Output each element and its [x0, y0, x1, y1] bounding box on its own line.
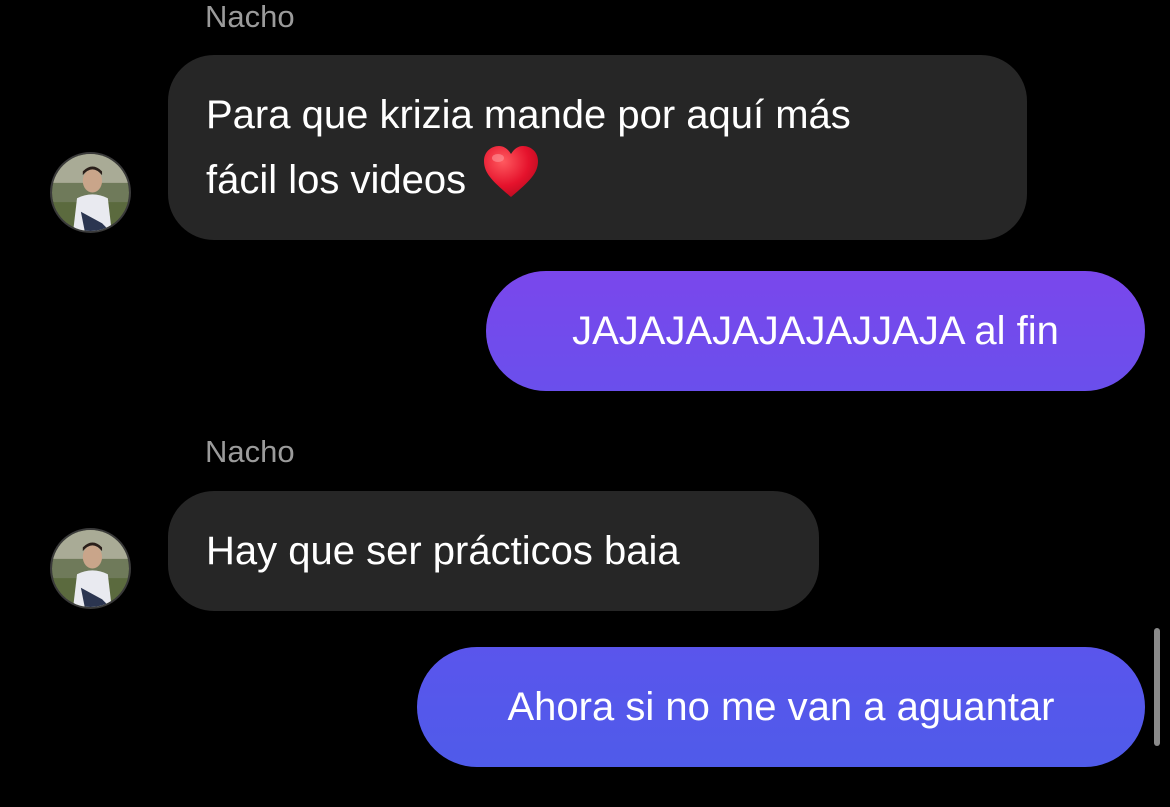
- profile-photo: [52, 530, 129, 607]
- message-text-line: Para que krizia mande por aquí más: [206, 93, 851, 137]
- message-text-line: fácil los videos: [206, 145, 989, 210]
- avatar[interactable]: [50, 152, 131, 233]
- profile-photo: [52, 154, 129, 231]
- heart-icon: [484, 146, 539, 197]
- avatar[interactable]: [50, 528, 131, 609]
- message-text: Hay que ser prácticos baia: [206, 529, 680, 573]
- message-bubble-outgoing[interactable]: Ahora si no me van a aguantar: [417, 647, 1145, 767]
- message-bubble-incoming[interactable]: Hay que ser prácticos baia: [168, 491, 819, 611]
- scroll-indicator[interactable]: [1154, 628, 1160, 746]
- sender-name: Nacho: [205, 434, 295, 469]
- message-bubble-incoming[interactable]: Para que krizia mande por aquí más fácil…: [168, 55, 1027, 240]
- sender-name: Nacho: [205, 0, 295, 34]
- message-text: JAJAJAJAJAJAJJAJA al fin: [572, 309, 1059, 353]
- message-text: fácil los videos: [206, 158, 467, 202]
- message-text: Ahora si no me van a aguantar: [507, 685, 1055, 729]
- message-bubble-outgoing[interactable]: JAJAJAJAJAJAJJAJA al fin: [486, 271, 1145, 391]
